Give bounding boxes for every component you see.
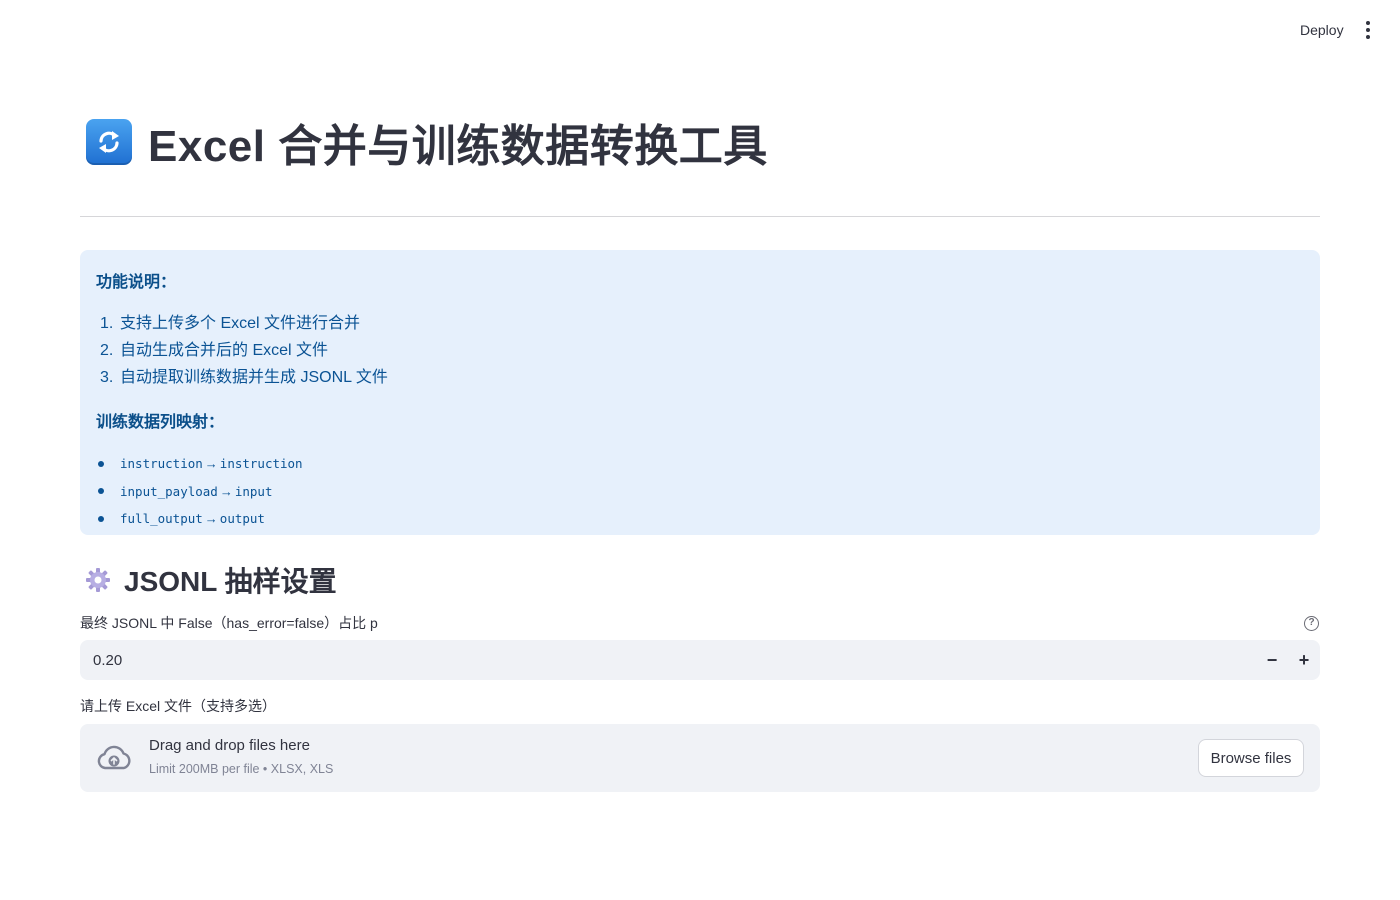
- question-circle-icon[interactable]: ?: [1304, 615, 1319, 631]
- mapping-list: instruction → instruction input_payload …: [96, 450, 1304, 533]
- vertical-dots-icon[interactable]: [1356, 16, 1380, 44]
- increment-button[interactable]: +: [1288, 640, 1320, 680]
- list-text: 支持上传多个 Excel 文件进行合并: [120, 315, 361, 332]
- ratio-number-input: − +: [80, 640, 1320, 680]
- list-number: 2.: [100, 342, 114, 359]
- feature-list: 1. 支持上传多个 Excel 文件进行合并 2. 自动生成合并后的 Excel 文…: [96, 310, 1304, 391]
- upload-label: 请上传 Excel 文件（支持多选）: [80, 698, 277, 714]
- ratio-label: 最终 JSONL 中 False（has_error=false）占比 p: [80, 615, 378, 631]
- gear-icon: [86, 568, 110, 592]
- ratio-label-row: 最终 JSONL 中 False（has_error=false）占比 p ?: [80, 612, 1320, 634]
- mapping-from: input_payload: [120, 483, 218, 499]
- list-item: 2. 自动生成合并后的 Excel 文件: [96, 337, 1304, 364]
- file-dropzone[interactable]: Drag and drop files here Limit 200MB per…: [80, 724, 1320, 792]
- sampling-section-header: JSONL 抽样设置: [84, 560, 337, 600]
- mapping-to: input: [234, 483, 273, 499]
- bullet-icon: [98, 460, 104, 467]
- browse-files-button[interactable]: Browse files: [1198, 739, 1304, 777]
- page-title: Excel 合并与训练数据转换工具: [148, 122, 768, 171]
- list-item: full_output → output: [96, 505, 1304, 533]
- list-item: input_payload → input: [96, 478, 1304, 506]
- list-number: 3.: [100, 369, 114, 386]
- mapping-to: instruction: [219, 456, 303, 471]
- bullet-icon: [98, 488, 104, 495]
- page-header: Excel 合并与训练数据转换工具: [86, 114, 768, 171]
- arrow-right-icon: →: [204, 456, 218, 471]
- mapping-from: full_output: [120, 511, 203, 526]
- list-item: instruction → instruction: [96, 450, 1304, 478]
- deploy-button[interactable]: Deploy: [1288, 18, 1356, 42]
- mapping-from: instruction: [120, 456, 203, 471]
- decrement-button[interactable]: −: [1256, 640, 1288, 680]
- info-heading: 功能说明：: [96, 274, 177, 291]
- list-text: 自动提取训练数据并生成 JSONL 文件: [120, 369, 388, 386]
- arrow-right-icon: →: [219, 483, 233, 499]
- ratio-input[interactable]: [80, 640, 1256, 680]
- mapping-to: output: [219, 511, 265, 526]
- dropzone-limit: Limit 200MB per file • XLSX, XLS: [149, 762, 334, 776]
- list-item: 3. 自动提取训练数据并生成 JSONL 文件: [96, 364, 1304, 391]
- arrows-counterclockwise-icon: [86, 119, 132, 165]
- list-text: 自动生成合并后的 Excel 文件: [120, 342, 329, 359]
- arrow-right-icon: →: [204, 511, 218, 526]
- list-number: 1.: [100, 315, 114, 332]
- section-title: JSONL 抽样设置: [124, 566, 337, 597]
- title-divider: [80, 216, 1320, 217]
- list-item: 1. 支持上传多个 Excel 文件进行合并: [96, 310, 1304, 337]
- bullet-icon: [98, 515, 104, 522]
- mapping-heading: 训练数据列映射：: [96, 414, 225, 431]
- cloud-upload-icon: [97, 745, 131, 770]
- dropzone-instructions: Drag and drop files here: [149, 737, 310, 754]
- info-box: 功能说明： 1. 支持上传多个 Excel 文件进行合并 2. 自动生成合并后的 E…: [80, 250, 1320, 535]
- top-bar: Deploy: [0, 0, 1400, 60]
